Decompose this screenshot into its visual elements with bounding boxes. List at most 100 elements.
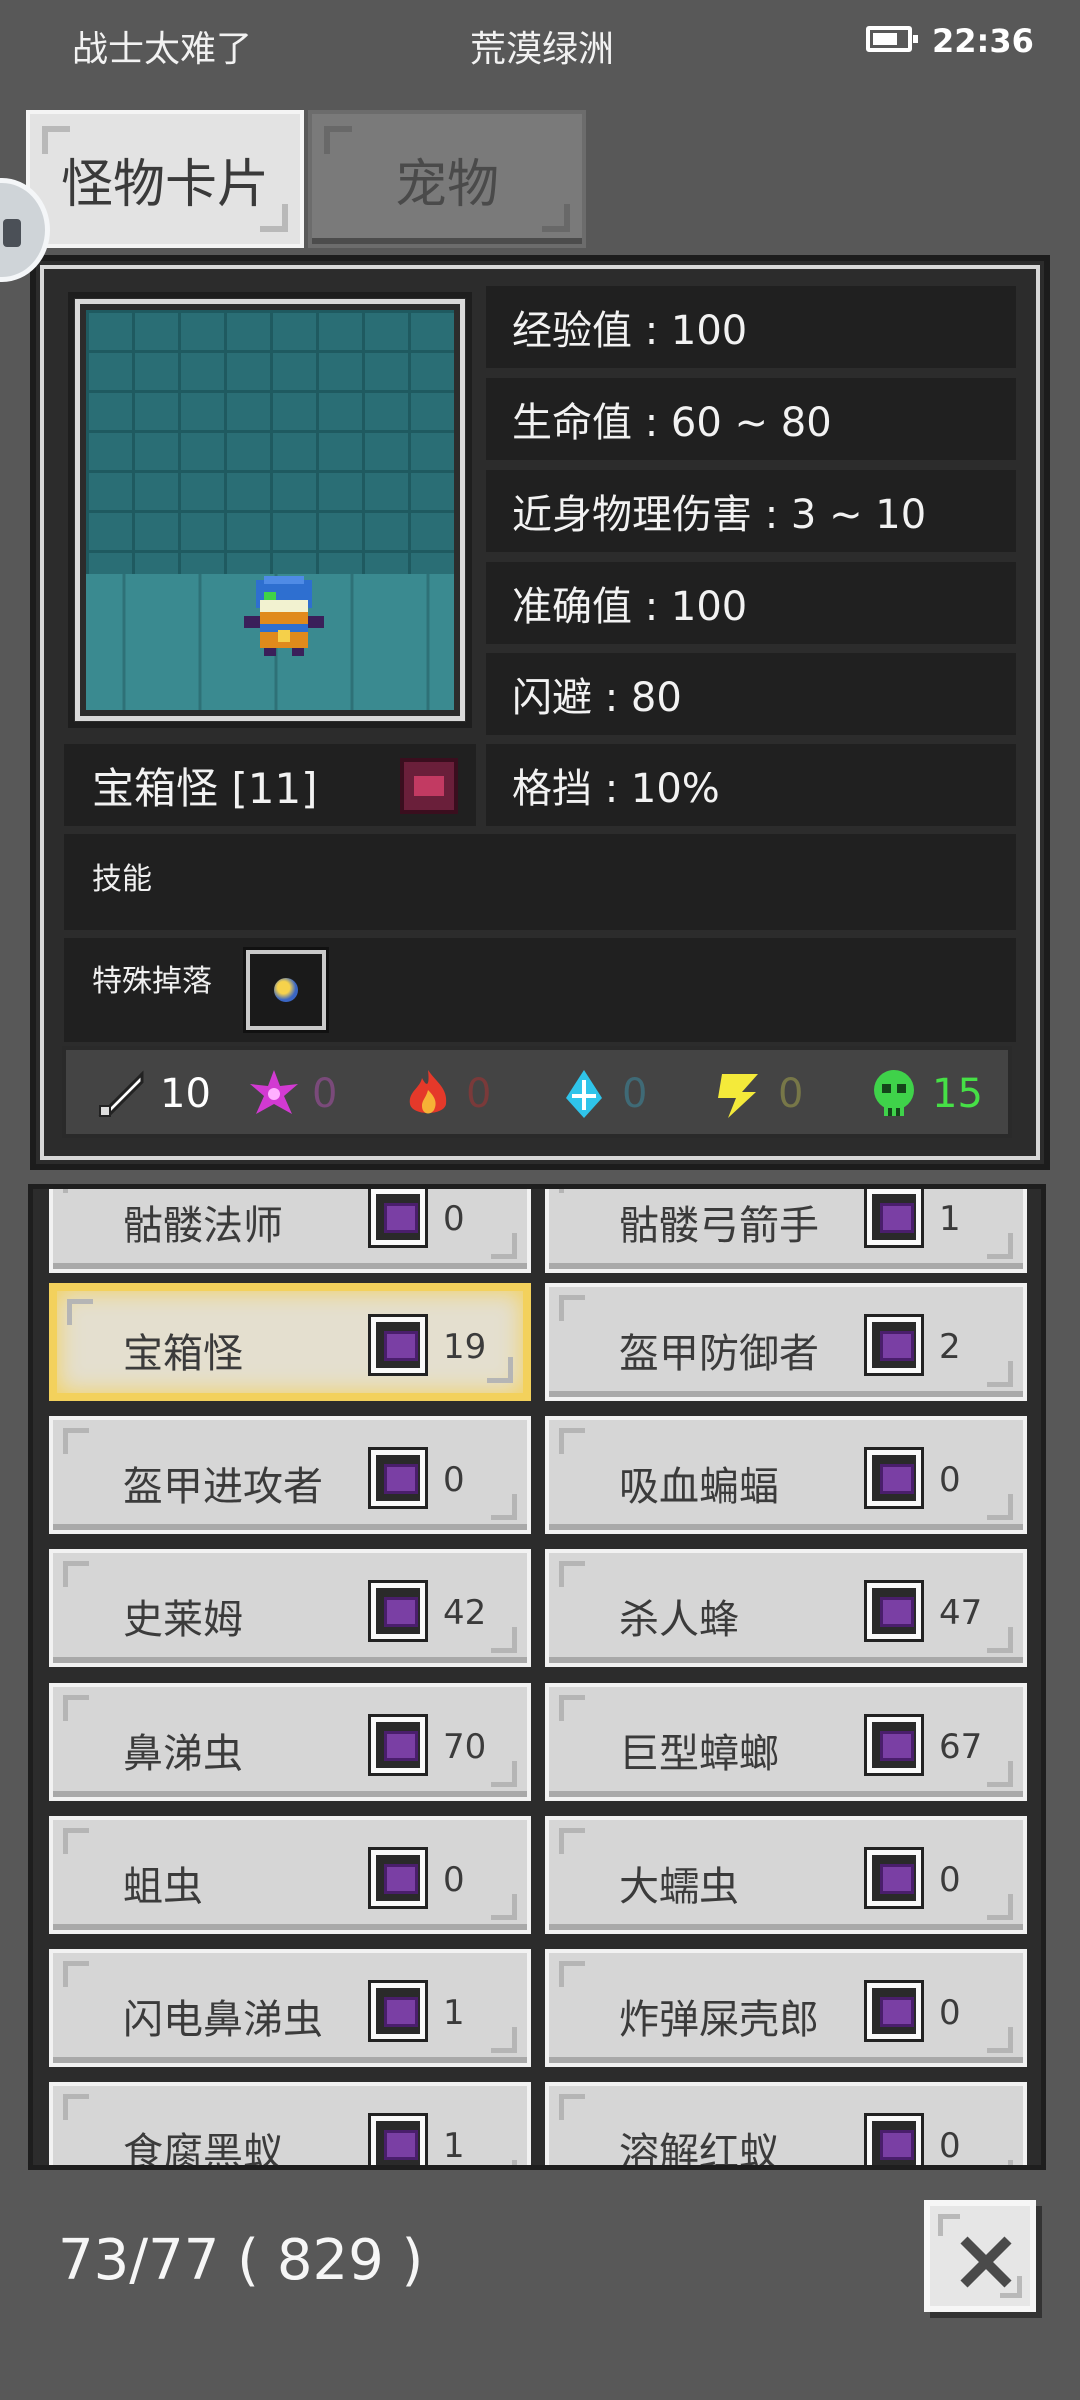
stat-accuracy: 准确值 : 100 — [486, 562, 1016, 644]
frame-corner-icon — [491, 1233, 517, 1259]
monster-card[interactable]: 闪电鼻涕虫 1 — [49, 1949, 531, 2067]
battery-icon — [866, 26, 918, 52]
monster-card-name: 宝箱怪 — [123, 1331, 243, 1377]
frame-corner-icon — [559, 1961, 585, 1987]
monster-card-name: 鼻涕虫 — [123, 1731, 243, 1777]
frame-corner-icon — [324, 126, 352, 154]
frame-corner-icon — [491, 2027, 517, 2053]
tab-label: 宠物 — [394, 154, 499, 215]
stat-block: 格挡 : 10% — [486, 744, 1016, 826]
stat-melee-damage: 近身物理伤害 : 3 ~ 10 — [486, 470, 1016, 552]
collection-progress: 73/77 ( 829 ) — [58, 2228, 424, 2293]
monster-card[interactable]: 溶解红蚁 0 — [545, 2082, 1027, 2170]
frame-corner-icon — [542, 204, 570, 232]
frame-corner-icon — [987, 1233, 1013, 1259]
monster-card-icon — [368, 1980, 428, 2042]
monster-card-name: 蛆虫 — [123, 1864, 203, 1910]
arcane-icon — [250, 1070, 298, 1114]
resistance-arcane: 0 — [246, 1064, 337, 1124]
monster-card[interactable]: 鼻涕虫 70 — [49, 1683, 531, 1801]
monster-card[interactable]: 骷髅弓箭手 1 — [545, 1189, 1027, 1273]
monster-card-name: 史莱姆 — [123, 1597, 243, 1643]
monster-list[interactable]: 骷髅法师 0 骷髅弓箭手 1 宝箱怪 19 盔甲防御者 2 盔甲进攻者 0 吸血… — [28, 1184, 1046, 2170]
monster-card-icon — [864, 1189, 924, 1248]
skills-row: 技能 — [64, 834, 1016, 930]
frame-corner-icon — [260, 204, 288, 232]
tab-label: 怪物卡片 — [60, 154, 269, 215]
monster-card[interactable]: 炸弹屎壳郎 0 — [545, 1949, 1027, 2067]
lightning-icon — [718, 1074, 758, 1118]
resistance-value: 0 — [312, 1071, 338, 1117]
monster-card-name: 盔甲防御者 — [619, 1331, 819, 1377]
frame-corner-icon — [559, 1828, 585, 1854]
resistance-value: 10 — [160, 1071, 211, 1117]
frame-corner-icon — [987, 1494, 1013, 1520]
frame-corner-icon — [987, 1361, 1013, 1387]
frame-corner-icon — [559, 2094, 585, 2120]
monster-card-name: 食腐黑蚁 — [123, 2130, 283, 2170]
monster-card-name: 巨型蟑螂 — [619, 1731, 779, 1777]
tab-monster-cards[interactable]: 怪物卡片 — [26, 110, 304, 248]
monster-card-count: 0 — [443, 1860, 465, 1900]
frame-corner-icon — [63, 1695, 89, 1721]
monster-card-count: 0 — [939, 1860, 961, 1900]
skills-label: 技能 — [92, 862, 152, 897]
resistance-poison: 15 — [866, 1064, 983, 1124]
monster-card-icon — [368, 1580, 428, 1642]
demon-class-icon — [400, 758, 458, 814]
monster-card-name: 骷髅法师 — [123, 1203, 283, 1249]
frame-corner-icon — [1000, 2276, 1022, 2298]
stat-experience: 经验值 : 100 — [486, 286, 1016, 368]
monster-card-name: 闪电鼻涕虫 — [123, 1997, 323, 2043]
monster-card[interactable]: 蛆虫 0 — [49, 1816, 531, 1934]
monster-card[interactable]: 大蠕虫 0 — [545, 1816, 1027, 1934]
frame-corner-icon — [559, 1428, 585, 1454]
monster-card-count: 0 — [939, 2126, 961, 2166]
close-button[interactable] — [924, 2200, 1036, 2312]
special-drop-row: 特殊掉落 — [64, 938, 1016, 1042]
monster-card[interactable]: 史莱姆 42 — [49, 1549, 531, 1667]
special-drop-label: 特殊掉落 — [92, 964, 212, 999]
monster-card-count: 19 — [443, 1327, 487, 1367]
resistance-bar: 10 0 0 0 0 15 — [62, 1046, 1012, 1138]
stat-evasion: 闪避 : 80 — [486, 653, 1016, 735]
drop-item-icon[interactable] — [243, 947, 329, 1033]
tab-pets[interactable]: 宠物 — [308, 110, 586, 248]
resistance-value: 15 — [932, 1071, 983, 1117]
frame-corner-icon — [559, 1561, 585, 1587]
monster-card-count: 0 — [443, 1460, 465, 1500]
monster-card-name: 吸血蝙蝠 — [619, 1464, 779, 1510]
frame-corner-icon — [63, 1961, 89, 1987]
status-bar: 战士太难了 荒漠绿洲 22:36 — [0, 0, 1080, 86]
frame-corner-icon — [42, 126, 70, 154]
monster-card[interactable]: 杀人蜂 47 — [545, 1549, 1027, 1667]
resistance-ice: 0 — [556, 1064, 647, 1124]
monster-card[interactable]: 巨型蟑螂 67 — [545, 1683, 1027, 1801]
monster-card-icon — [368, 1714, 428, 1776]
poison-icon — [874, 1070, 914, 1116]
frame-corner-icon — [559, 1189, 585, 1193]
monster-card[interactable]: 骷髅法师 0 — [49, 1189, 531, 1273]
fire-icon — [409, 1070, 447, 1114]
ice-icon — [566, 1070, 602, 1118]
monster-card[interactable]: 盔甲防御者 2 — [545, 1283, 1027, 1401]
monster-card[interactable]: 盔甲进攻者 0 — [49, 1416, 531, 1534]
frame-corner-icon — [487, 1357, 513, 1383]
frame-corner-icon — [63, 1428, 89, 1454]
monster-card-icon — [368, 2113, 428, 2165]
frame-corner-icon — [559, 1295, 585, 1321]
resistance-value: 0 — [622, 1071, 648, 1117]
monster-card-icon — [368, 1314, 428, 1376]
frame-corner-icon — [67, 1299, 93, 1325]
monster-card-icon — [864, 1447, 924, 1509]
monster-card[interactable]: 食腐黑蚁 1 — [49, 2082, 531, 2170]
monster-card-icon — [864, 1580, 924, 1642]
monster-card-icon — [368, 1847, 428, 1909]
monster-card-name: 溶解红蚁 — [619, 2130, 779, 2170]
monster-card-count: 1 — [939, 1199, 961, 1239]
monster-card-icon — [368, 1447, 428, 1509]
monster-card[interactable]: 吸血蝙蝠 0 — [545, 1416, 1027, 1534]
monster-card-selected[interactable]: 宝箱怪 19 — [49, 1283, 531, 1401]
monster-name: 宝箱怪 [11] — [92, 763, 318, 813]
frame-corner-icon — [63, 2094, 89, 2120]
